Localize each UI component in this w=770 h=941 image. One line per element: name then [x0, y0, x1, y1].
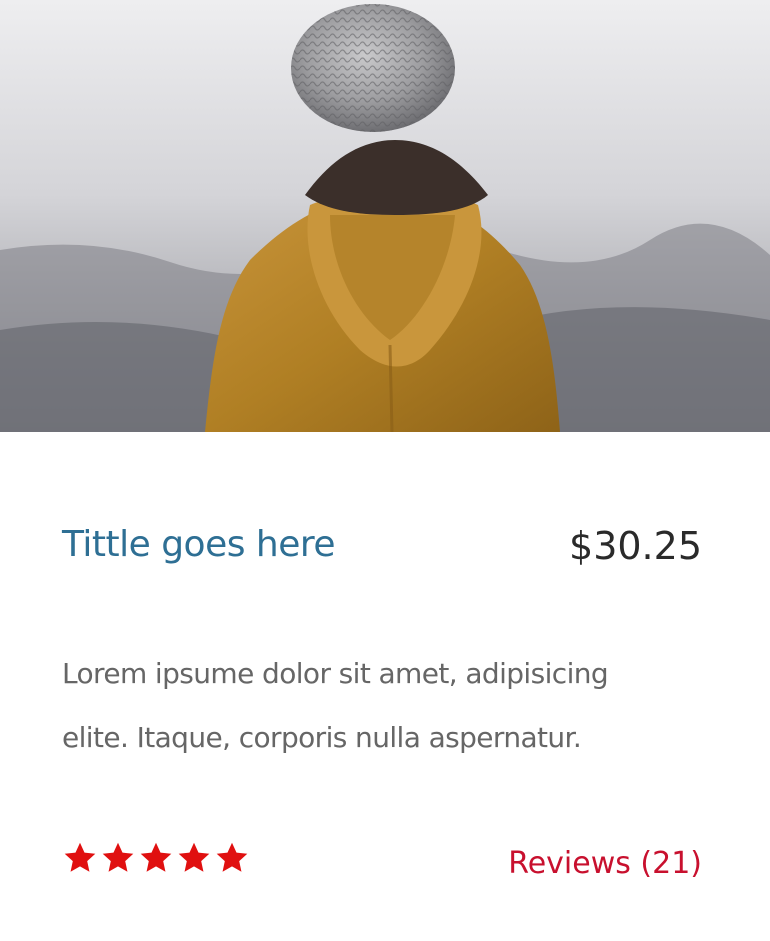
- title-row: Tittle goes here $30.25: [62, 520, 702, 584]
- star-icon: [64, 842, 96, 872]
- star-icon: [178, 842, 210, 872]
- reviews-link[interactable]: Reviews (21): [508, 846, 702, 881]
- product-price: $30.25: [569, 524, 702, 568]
- product-image[interactable]: [0, 0, 770, 432]
- star-rating: [62, 840, 250, 876]
- product-card[interactable]: Tittle goes here $30.25 Lorem ipsume dol…: [0, 0, 770, 941]
- star-icon: [140, 842, 172, 872]
- product-title[interactable]: Tittle goes here: [62, 524, 336, 565]
- footer-row: Reviews (21): [62, 840, 702, 900]
- description-line: Lorem ipsume dolor sit amet, adipisicing: [62, 657, 609, 690]
- product-description: Lorem ipsume dolor sit amet, adipisicing…: [62, 642, 712, 770]
- star-icon: [216, 842, 248, 872]
- description-line: elite. Itaque, corporis nulla aspernatur…: [62, 721, 582, 754]
- star-icon: [102, 842, 134, 872]
